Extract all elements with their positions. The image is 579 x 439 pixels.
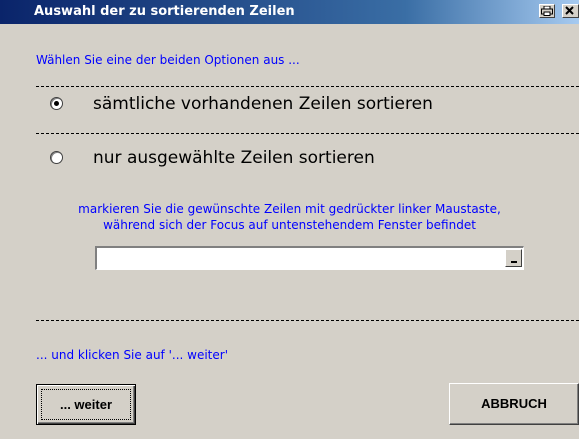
close-button[interactable]	[562, 4, 579, 18]
print-button[interactable]	[539, 4, 555, 18]
separator-middle	[36, 133, 579, 134]
footer-instruction: ... und klicken Sie auf '... weiter'	[36, 348, 228, 362]
hint-line-2: während sich der Focus auf untenstehende…	[103, 218, 476, 232]
hint-line-1: markieren Sie die gewünschte Zeilen mit …	[78, 202, 501, 216]
radio-selected-dot	[54, 101, 59, 106]
print-icon	[541, 6, 553, 16]
close-icon	[565, 6, 574, 15]
window-title: Auswahl der zu sortierenden Zeilen	[34, 4, 295, 19]
weiter-button[interactable]: ... weiter	[36, 384, 136, 425]
option-all-rows-label[interactable]: sämtliche vorhandenen Zeilen sortieren	[93, 94, 433, 114]
range-select-button[interactable]	[505, 249, 522, 267]
abbruch-button[interactable]: ABBRUCH	[449, 383, 579, 425]
abbruch-button-label: ABBRUCH	[481, 396, 547, 411]
weiter-button-label: ... weiter	[59, 397, 113, 412]
option-selected-rows-label[interactable]: nur ausgewählte Zeilen sortieren	[93, 148, 375, 168]
radio-selected-rows[interactable]	[50, 151, 63, 164]
title-bar[interactable]: Auswahl der zu sortierenden Zeilen	[0, 0, 579, 24]
separator-top	[36, 86, 579, 87]
separator-bottom	[36, 320, 579, 321]
dialog-window: Auswahl der zu sortierenden Zeilen Wähle…	[0, 0, 579, 439]
collapse-icon	[511, 261, 517, 263]
radio-all-rows[interactable]	[50, 97, 63, 110]
instruction-text: Wählen Sie eine der beiden Optionen aus …	[36, 53, 300, 67]
range-select-input[interactable]	[95, 246, 524, 270]
